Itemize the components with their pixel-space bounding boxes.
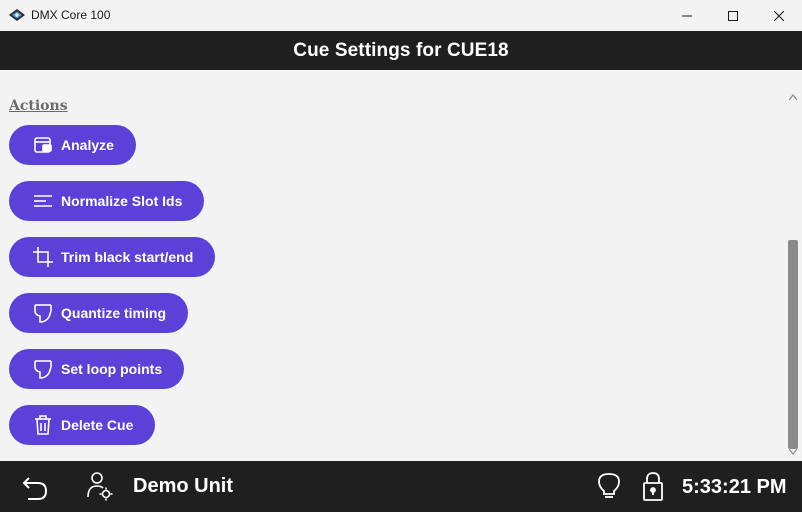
- maximize-button[interactable]: [710, 0, 756, 31]
- analyze-label: Analyze: [61, 137, 114, 153]
- back-arrow-icon[interactable]: [20, 472, 50, 502]
- footer-bar: Demo Unit 5:33:21 PM: [0, 461, 802, 512]
- user-settings-icon[interactable]: [86, 471, 114, 501]
- delete-cue-button[interactable]: Delete Cue: [9, 405, 156, 445]
- window-titlebar: DMX Core 100: [0, 0, 802, 31]
- trim-black-button[interactable]: Trim black start/end: [9, 237, 216, 277]
- minimize-icon: [682, 15, 692, 16]
- scrollbar-thumb[interactable]: [788, 240, 798, 449]
- set-loop-points-button[interactable]: Set loop points: [9, 349, 185, 389]
- maximize-icon: [728, 10, 738, 21]
- actions-heading: Actions: [9, 98, 68, 114]
- analyze-icon: [31, 133, 55, 157]
- normalize-slot-ids-button[interactable]: Normalize Slot Ids: [9, 181, 205, 221]
- clock-time: 5:33:21 PM: [682, 476, 787, 498]
- lock-icon[interactable]: [640, 470, 666, 502]
- app-logo-icon: [9, 9, 25, 21]
- quantize-timing-button[interactable]: Quantize timing: [9, 293, 188, 333]
- close-button[interactable]: [756, 0, 802, 31]
- window-title: DMX Core 100: [31, 8, 111, 22]
- minimize-button[interactable]: [664, 0, 710, 31]
- page-title: Cue Settings for CUE18: [293, 39, 509, 61]
- delete-cue-label: Delete Cue: [61, 417, 134, 433]
- scroll-up-arrow-icon[interactable]: [789, 94, 797, 100]
- analyze-button[interactable]: Analyze: [9, 125, 136, 165]
- unit-name: Demo Unit: [133, 475, 233, 497]
- loop-points-icon: [31, 357, 55, 381]
- trash-icon: [31, 413, 55, 437]
- quantize-timing-label: Quantize timing: [61, 305, 166, 321]
- quantize-icon: [31, 301, 55, 325]
- crop-icon: [31, 245, 55, 269]
- set-loop-points-label: Set loop points: [61, 361, 163, 377]
- lightbulb-icon[interactable]: [596, 471, 622, 501]
- trim-black-label: Trim black start/end: [61, 249, 194, 265]
- scroll-down-arrow-icon[interactable]: [789, 449, 797, 455]
- normalize-lines-icon: [31, 189, 55, 213]
- content-area: Actions Analyze Normalize Slot Ids Trim …: [0, 70, 802, 461]
- page-header: Cue Settings for CUE18: [0, 31, 802, 70]
- vertical-scrollbar[interactable]: [786, 92, 800, 461]
- normalize-slot-ids-label: Normalize Slot Ids: [61, 193, 183, 209]
- close-icon: [774, 10, 784, 21]
